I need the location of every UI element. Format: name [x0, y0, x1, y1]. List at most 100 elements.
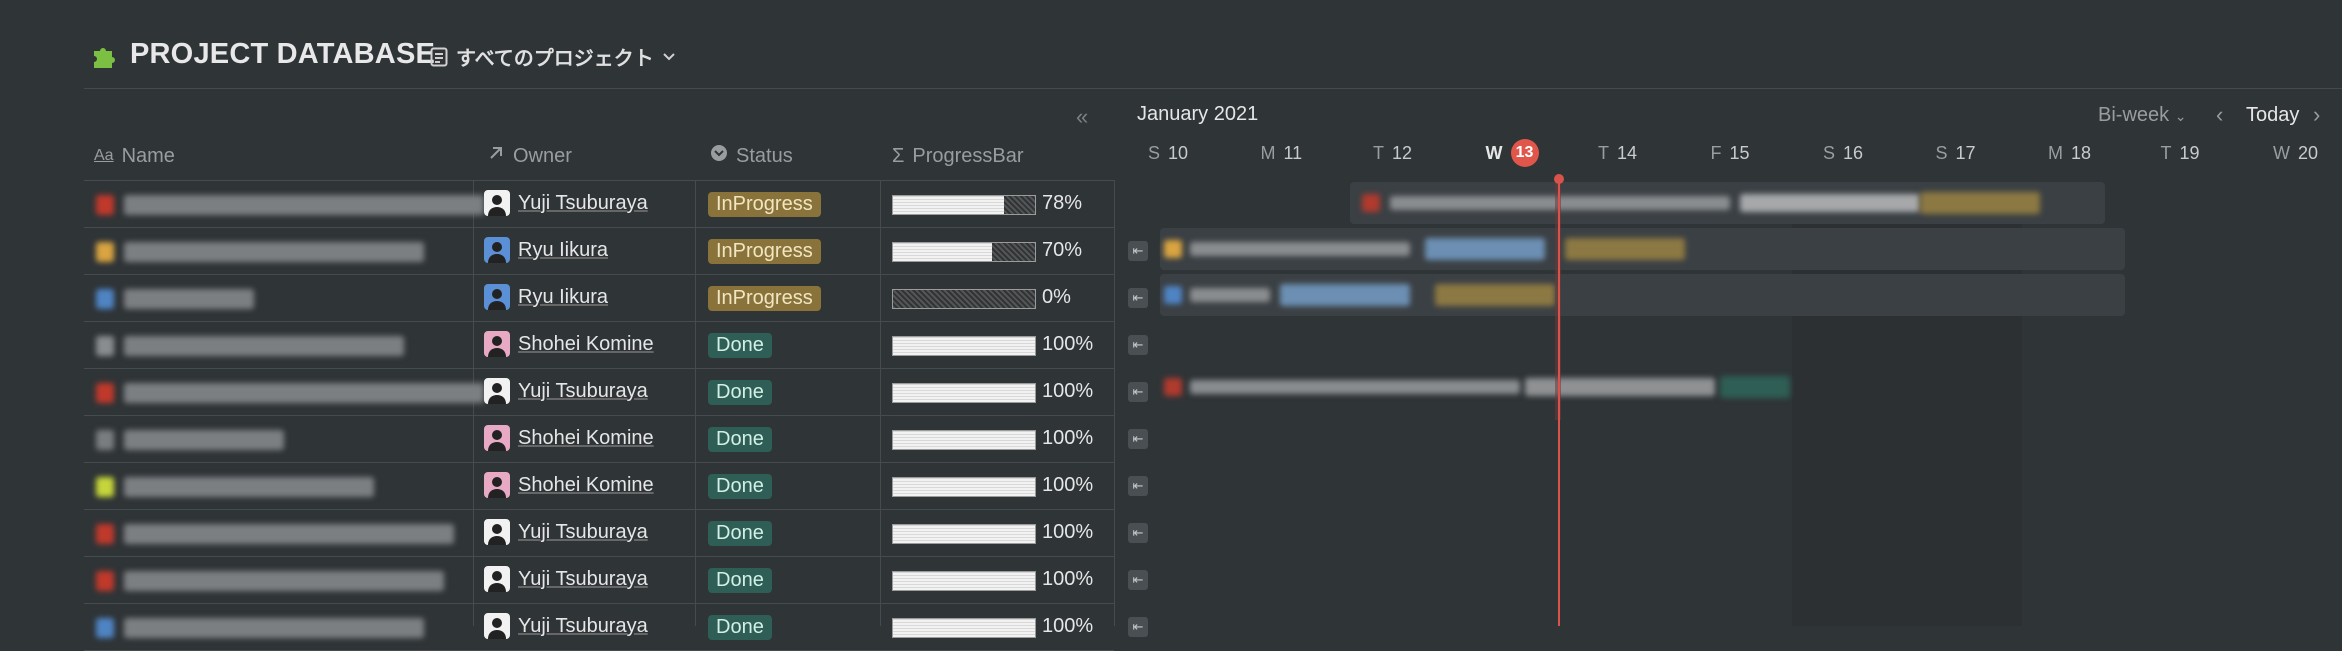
owner-cell[interactable]: Ryu Iikura: [484, 284, 608, 310]
status-badge[interactable]: InProgress: [708, 239, 821, 264]
owner-cell[interactable]: Shohei Komine: [484, 331, 654, 357]
progress-bar: [892, 430, 1036, 450]
owner-cell[interactable]: Yuji Tsuburaya: [484, 378, 648, 404]
owner-cell[interactable]: Shohei Komine: [484, 472, 654, 498]
day-number: 16: [1843, 143, 1864, 163]
progress-bar: [892, 618, 1036, 638]
scroll-to-item-left-icon[interactable]: ⇤: [1128, 570, 1148, 590]
scroll-to-item-left-icon[interactable]: ⇤: [1128, 523, 1148, 543]
scroll-to-item-left-icon[interactable]: ⇤: [1128, 429, 1148, 449]
progress-percent: 100%: [1042, 568, 1094, 590]
scroll-to-item-left-icon[interactable]: ⇤: [1128, 335, 1148, 355]
row-name-redacted[interactable]: [124, 524, 454, 544]
progress-fill: [893, 478, 1035, 496]
gantt-bar[interactable]: [1160, 228, 2125, 270]
day-of-week: M: [2048, 143, 2063, 163]
row-name-redacted[interactable]: [124, 383, 484, 403]
chevron-right-icon[interactable]: ›: [2313, 102, 2320, 128]
row-name-redacted[interactable]: [124, 289, 254, 309]
day-of-week: T: [1373, 143, 1384, 163]
column-header-progressbar[interactable]: Σ ProgressBar: [892, 144, 1024, 168]
table-row[interactable]: Yuji Tsuburaya Done 100%: [84, 557, 1114, 604]
column-header-owner[interactable]: Owner: [487, 144, 572, 168]
row-name-redacted[interactable]: [124, 195, 484, 215]
progress-fill: [893, 243, 993, 261]
status-badge[interactable]: Done: [708, 521, 772, 546]
progress-percent: 70%: [1042, 239, 1083, 261]
progress-fill: [893, 619, 1035, 637]
owner-cell[interactable]: Ryu Iikura: [484, 237, 608, 263]
table-row[interactable]: Shohei Komine Done 100%: [84, 463, 1114, 510]
day-of-week: T: [2160, 143, 2172, 163]
gantt-bar[interactable]: [1160, 274, 2125, 316]
table-row[interactable]: Yuji Tsuburaya Done 100%: [84, 369, 1114, 416]
progress-bar: [892, 289, 1036, 309]
day-number: 19: [2179, 143, 2200, 163]
progress-fill: [893, 572, 1035, 590]
column-header-name[interactable]: Aa Name: [94, 144, 175, 168]
day-of-week: S: [1823, 143, 1836, 163]
owner-name: Yuji Tsuburaya: [518, 567, 648, 590]
owner-name: Ryu Iikura: [518, 238, 609, 261]
avatar: [484, 472, 510, 498]
gantt-bar[interactable]: [1160, 366, 1800, 408]
row-name-redacted[interactable]: [124, 618, 424, 638]
status-badge[interactable]: Done: [708, 380, 772, 405]
row-name-redacted[interactable]: [124, 477, 374, 497]
status-badge[interactable]: Done: [708, 474, 772, 499]
formula-sigma-icon: Σ: [892, 144, 905, 167]
table-row[interactable]: Yuji Tsuburaya Done 100%: [84, 510, 1114, 557]
owner-name: Shohei Komine: [518, 426, 654, 449]
owner-cell[interactable]: Yuji Tsuburaya: [484, 566, 648, 592]
timeline-day: W 13: [1486, 139, 1539, 167]
gantt-bar[interactable]: [1350, 182, 2105, 224]
today-marker: [1554, 174, 1564, 184]
scroll-to-item-left-icon[interactable]: ⇤: [1128, 617, 1148, 637]
day-of-week: M: [1260, 143, 1276, 163]
status-badge[interactable]: Done: [708, 333, 772, 358]
progress-bar: [892, 336, 1036, 356]
timeline-day: W 20: [2273, 143, 2318, 164]
table-row[interactable]: Ryu Iikura InProgress 70%: [84, 228, 1114, 275]
status-badge[interactable]: Done: [708, 568, 772, 593]
owner-cell[interactable]: Yuji Tsuburaya: [484, 613, 648, 639]
view-selector[interactable]: すべてのプロジェクト: [430, 42, 676, 71]
table-row[interactable]: Yuji Tsuburaya Done 100%: [84, 604, 1114, 651]
column-header-status[interactable]: Status: [710, 144, 793, 168]
table-row[interactable]: Yuji Tsuburaya InProgress 78%: [84, 181, 1114, 228]
row-page-icon: [96, 524, 114, 544]
row-name-redacted[interactable]: [124, 571, 444, 591]
row-name-redacted[interactable]: [124, 242, 424, 262]
column-header-label: Name: [121, 144, 175, 167]
table-row[interactable]: Shohei Komine Done 100%: [84, 322, 1114, 369]
status-badge[interactable]: Done: [708, 615, 772, 640]
status-badge[interactable]: Done: [708, 427, 772, 452]
table-row[interactable]: Ryu Iikura InProgress 0%: [84, 275, 1114, 322]
table-row[interactable]: Shohei Komine Done 100%: [84, 416, 1114, 463]
status-badge[interactable]: InProgress: [708, 192, 821, 217]
owner-cell[interactable]: Yuji Tsuburaya: [484, 519, 648, 545]
scroll-to-item-left-icon[interactable]: ⇤: [1128, 288, 1148, 308]
scroll-to-item-left-icon[interactable]: ⇤: [1128, 476, 1148, 496]
chevron-left-icon[interactable]: ‹: [2216, 102, 2223, 128]
timeline-scale-select[interactable]: Bi-week ⌄: [2098, 104, 2186, 127]
day-of-week: W: [2273, 143, 2290, 163]
day-of-week: T: [1598, 143, 1609, 163]
chevron-down-icon: [662, 52, 676, 62]
view-label: すべてのプロジェクト: [456, 48, 654, 70]
status-badge[interactable]: InProgress: [708, 286, 821, 311]
owner-cell[interactable]: Yuji Tsuburaya: [484, 190, 648, 216]
collapse-table-button[interactable]: «: [1076, 104, 1088, 130]
day-of-week: F: [1710, 143, 1722, 163]
progress-percent: 100%: [1042, 474, 1094, 496]
row-name-redacted[interactable]: [124, 336, 404, 356]
scroll-to-item-left-icon[interactable]: ⇤: [1128, 241, 1148, 261]
today-button[interactable]: Today: [2246, 104, 2299, 127]
owner-cell[interactable]: Shohei Komine: [484, 425, 654, 451]
arrow-up-right-icon: [487, 144, 505, 168]
row-name-redacted[interactable]: [124, 430, 284, 450]
day-number: 17: [1955, 143, 1976, 163]
scroll-to-item-left-icon[interactable]: ⇤: [1128, 382, 1148, 402]
progress-percent: 100%: [1042, 333, 1094, 355]
row-page-icon: [96, 618, 114, 638]
